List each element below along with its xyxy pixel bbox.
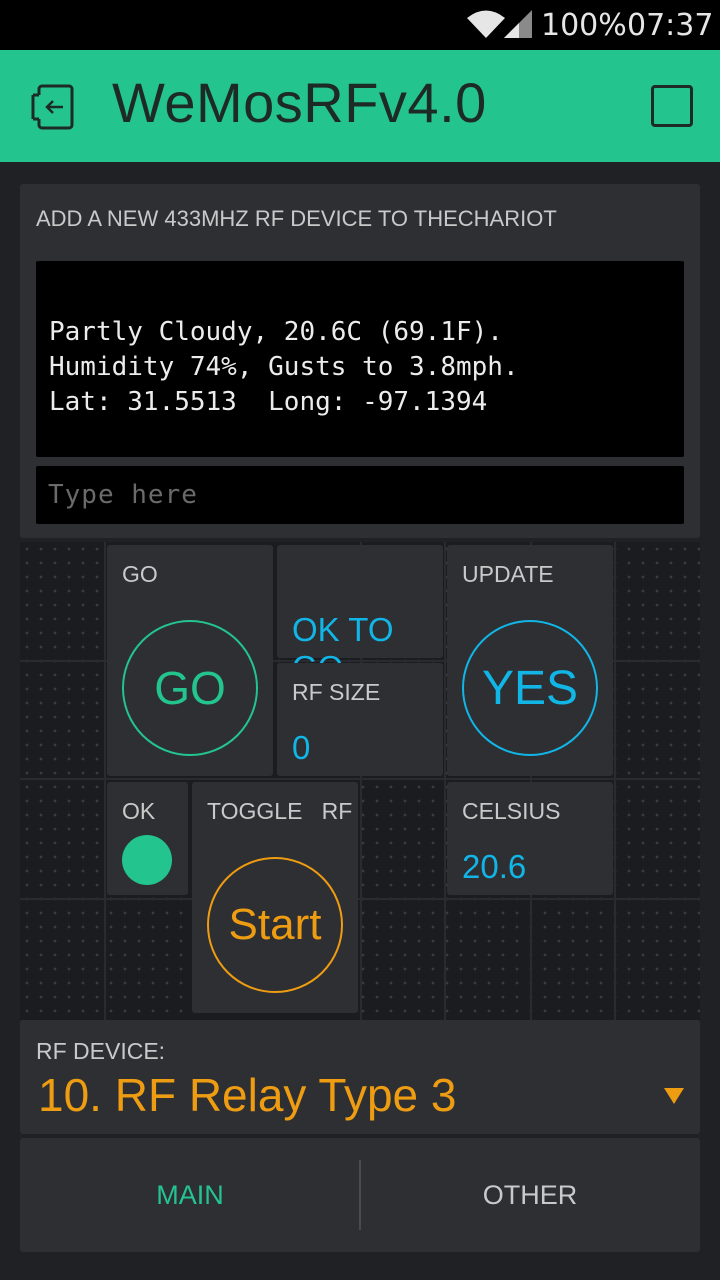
status-display: OK TO GO [277,545,443,686]
terminal-line: Lat: 31.5513 Long: -97.1394 [49,387,488,417]
stop-square-icon[interactable] [651,85,693,127]
tab-main[interactable]: MAIN [20,1138,360,1252]
ok-led [122,835,172,885]
celsius-display: CELSIUS 20.6 [447,782,613,895]
celsius-label: CELSIUS [462,798,561,824]
ok-label: OK [122,798,156,824]
wifi-icon [467,10,505,38]
toggle-rf-widget: TOGGLE RF Start [192,782,358,1013]
battery-percent: 100% [541,8,627,43]
status-bar: 100% 07:37 [0,0,720,50]
grid-line [20,778,700,780]
tab-bar: MAIN OTHER [20,1138,700,1252]
update-widget: UPDATE YES [447,545,613,776]
start-button[interactable]: Start [207,857,343,993]
go-widget: GO GO [107,545,273,776]
page-title: WeMosRFv4.0 [112,71,487,134]
terminal-widget: ADD A NEW 433MHZ RF DEVICE TO THECHARIOT… [20,184,700,538]
dropdown-arrow-icon[interactable] [664,1088,684,1104]
grid-line [444,542,446,1020]
rf-device-selected[interactable]: 10. RF Relay Type 3 [38,1068,456,1122]
update-button[interactable]: YES [462,620,598,756]
app-header: WeMosRFv4.0 [0,50,720,162]
go-button[interactable]: GO [122,620,258,756]
rf-size-display: RF SIZE 0 [277,663,443,776]
grid-line [20,898,700,900]
terminal-line: Partly Cloudy, 20.6C (69.1F). [49,317,503,347]
rf-device-menu[interactable]: RF DEVICE: 10. RF Relay Type 3 [20,1020,700,1134]
exit-project-icon[interactable] [30,82,80,132]
toggle-rf-label: TOGGLE RF [207,798,353,824]
terminal-line: Humidity 74%, Gusts to 3.8mph. [49,352,519,382]
rf-device-label: RF DEVICE: [36,1038,166,1064]
rf-size-value: 0 [292,729,311,766]
update-label: UPDATE [462,561,554,587]
grid-line [614,542,616,1020]
clock: 07:37 [627,8,714,43]
ok-led-widget: OK [107,782,188,895]
terminal-title: ADD A NEW 433MHZ RF DEVICE TO THECHARIOT [36,206,557,231]
go-label: GO [122,561,158,587]
grid-line [104,542,106,1020]
tab-other[interactable]: OTHER [360,1138,700,1252]
signal-icon [504,10,532,38]
terminal-input[interactable] [36,466,684,524]
rf-size-label: RF SIZE [292,679,381,705]
celsius-value: 20.6 [462,848,527,885]
terminal-output: Partly Cloudy, 20.6C (69.1F). Humidity 7… [36,261,684,457]
